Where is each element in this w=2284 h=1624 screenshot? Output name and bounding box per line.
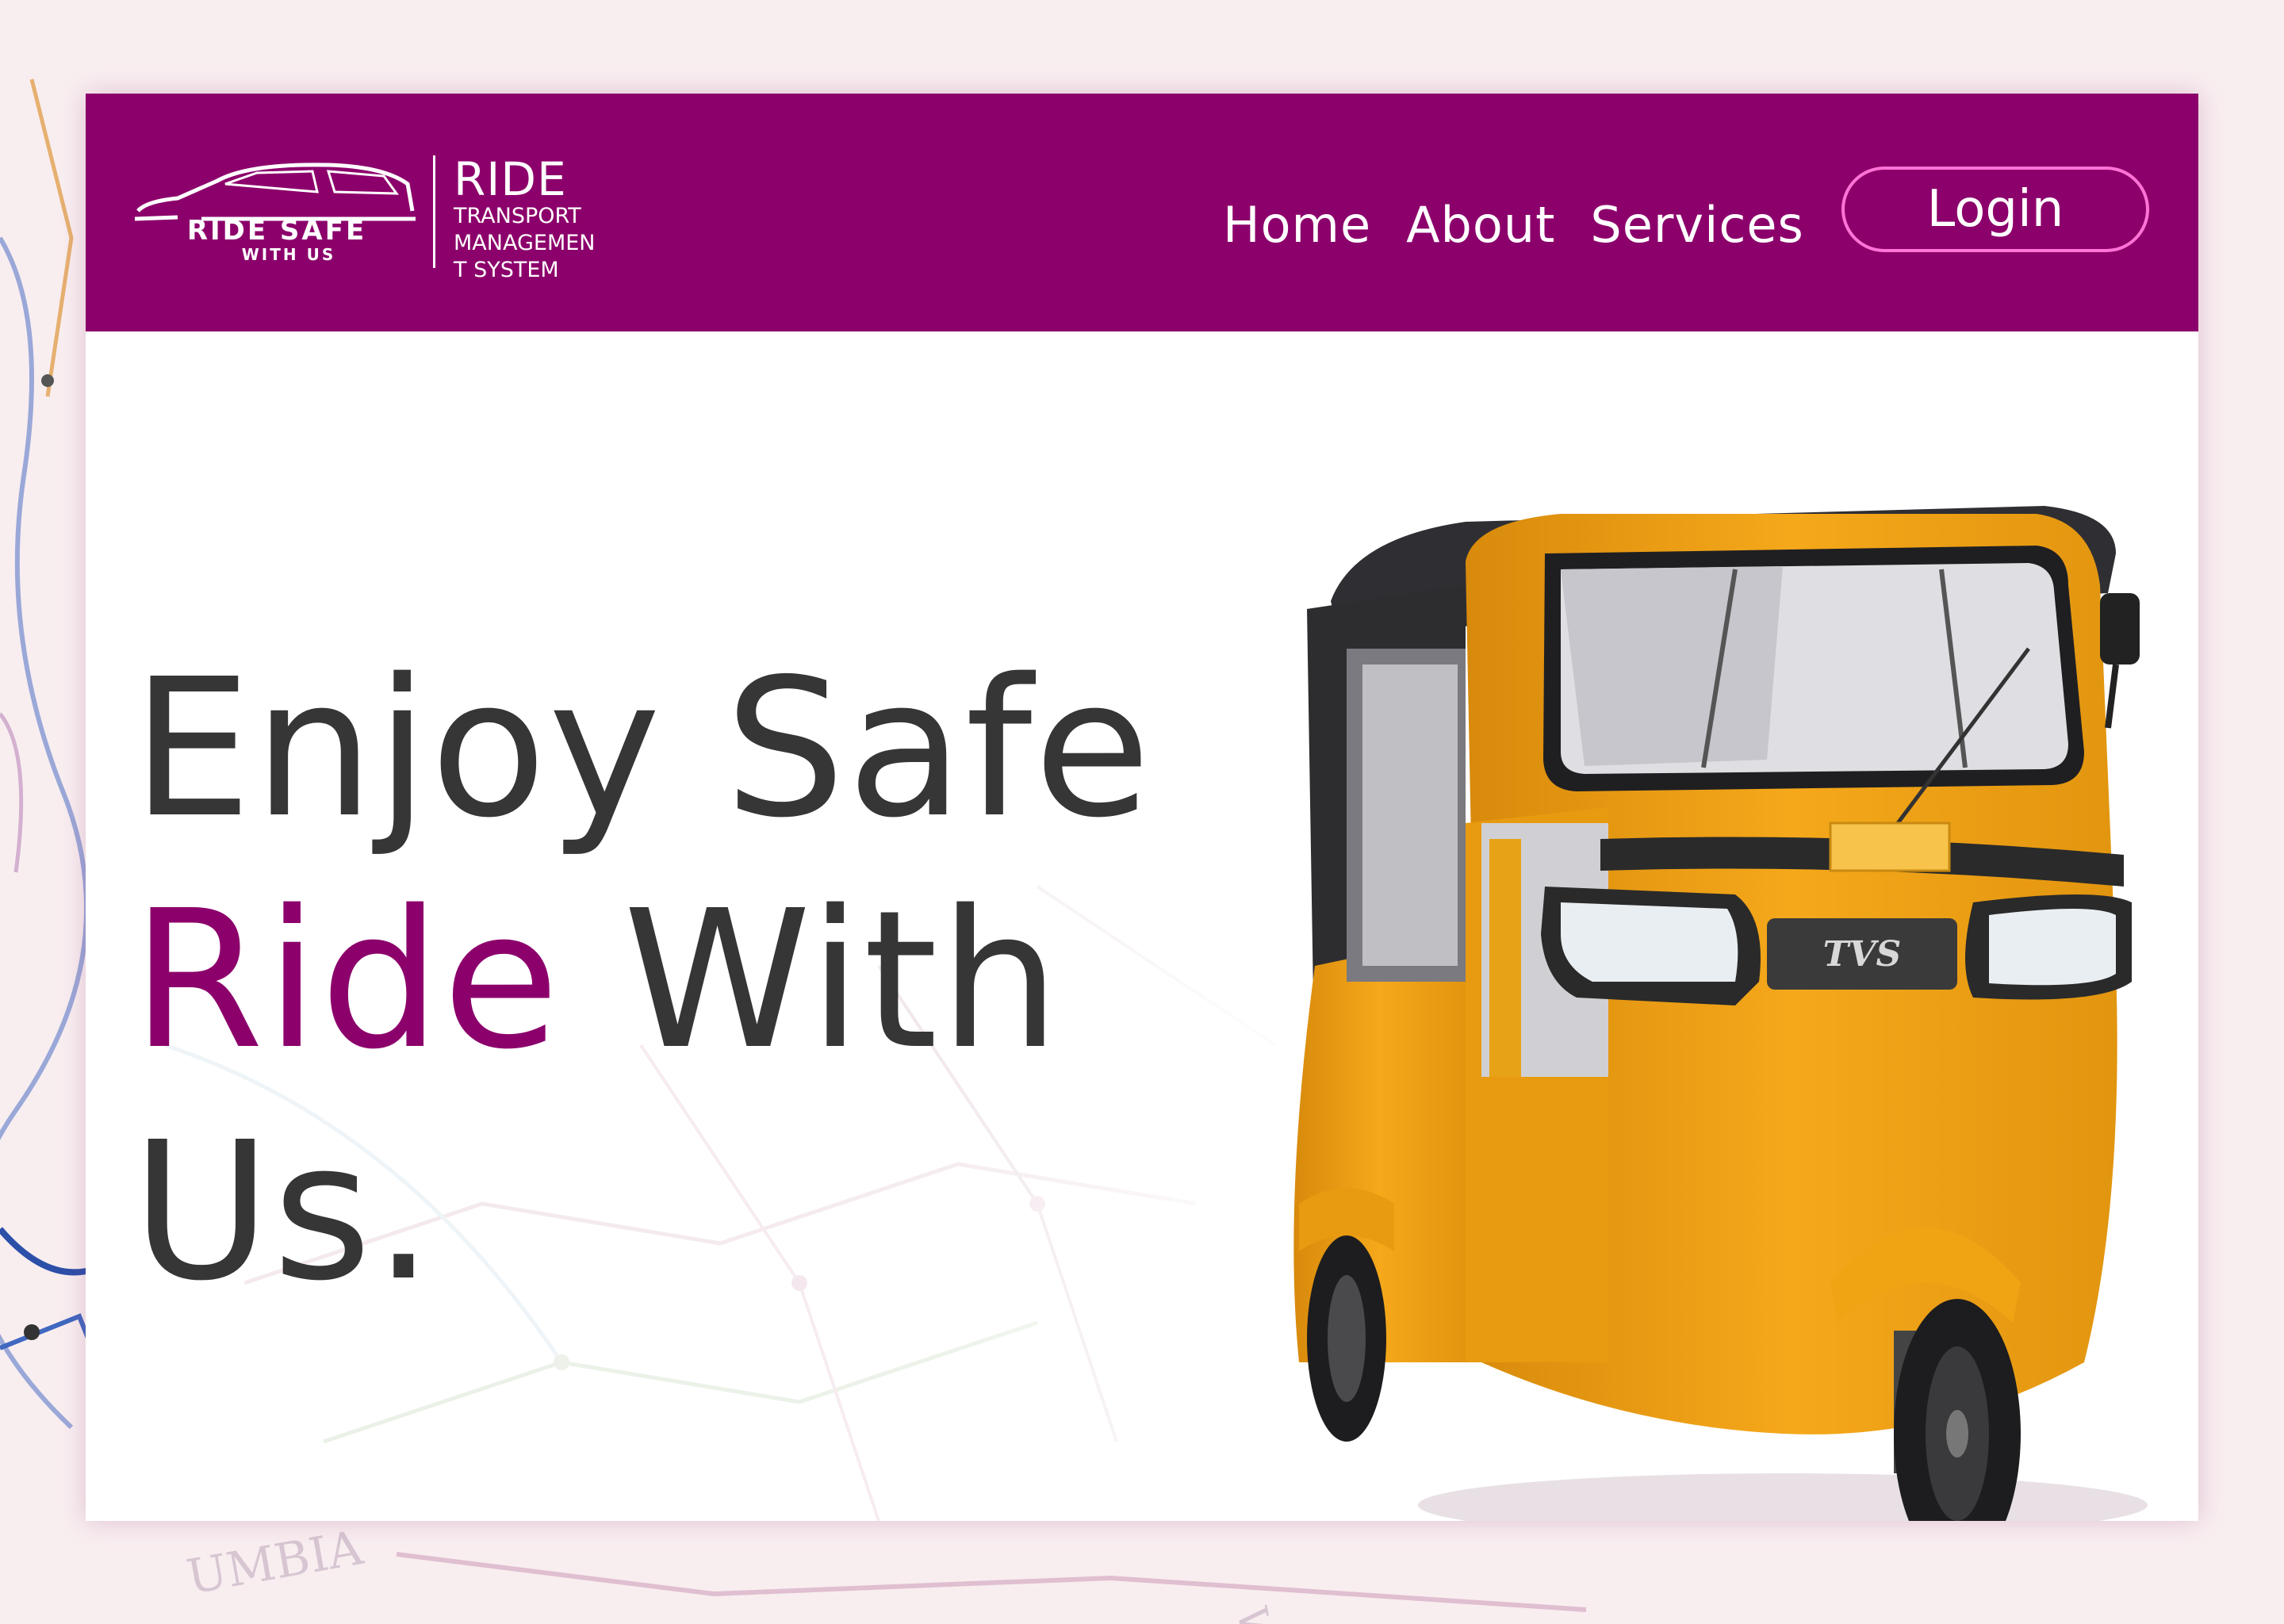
brand-title: RIDE — [454, 152, 567, 206]
logo-divider — [433, 155, 435, 268]
hero-line-2-rest: With — [561, 869, 1062, 1091]
top-navbar: RIDE SAFE WITH US RIDE TRANSPORT MANAGEM… — [86, 94, 2198, 331]
nav-services[interactable]: Services — [1590, 196, 1803, 254]
hero-line-3: Us. — [132, 1101, 435, 1323]
main-card: RIDE SAFE WITH US RIDE TRANSPORT MANAGEM… — [86, 94, 2198, 1521]
login-button[interactable]: Login — [1841, 167, 2149, 252]
nav-home[interactable]: Home — [1223, 196, 1371, 254]
logo-main-text: RIDE SAFE — [187, 215, 366, 247]
car-logo-icon[interactable]: RIDE SAFE WITH US — [130, 155, 423, 274]
brand-subtitle: TRANSPORT MANAGEMENT SYSTEM — [454, 204, 596, 282]
logo-sub-text: WITH US — [242, 245, 336, 264]
hero-accent-word: Ride — [132, 869, 561, 1091]
auto-rickshaw-image: TVS — [1293, 506, 2148, 1521]
hero-line-2: Ride With — [132, 864, 1242, 1096]
hero-heading: Enjoy Safe Ride With Us. — [132, 633, 1242, 1327]
nav-about[interactable]: About — [1406, 196, 1555, 254]
hero-line-1: Enjoy Safe — [132, 638, 1153, 860]
tvs-badge: TVS — [1823, 934, 1902, 975]
nav-links: Home About Services — [1223, 181, 1839, 268]
